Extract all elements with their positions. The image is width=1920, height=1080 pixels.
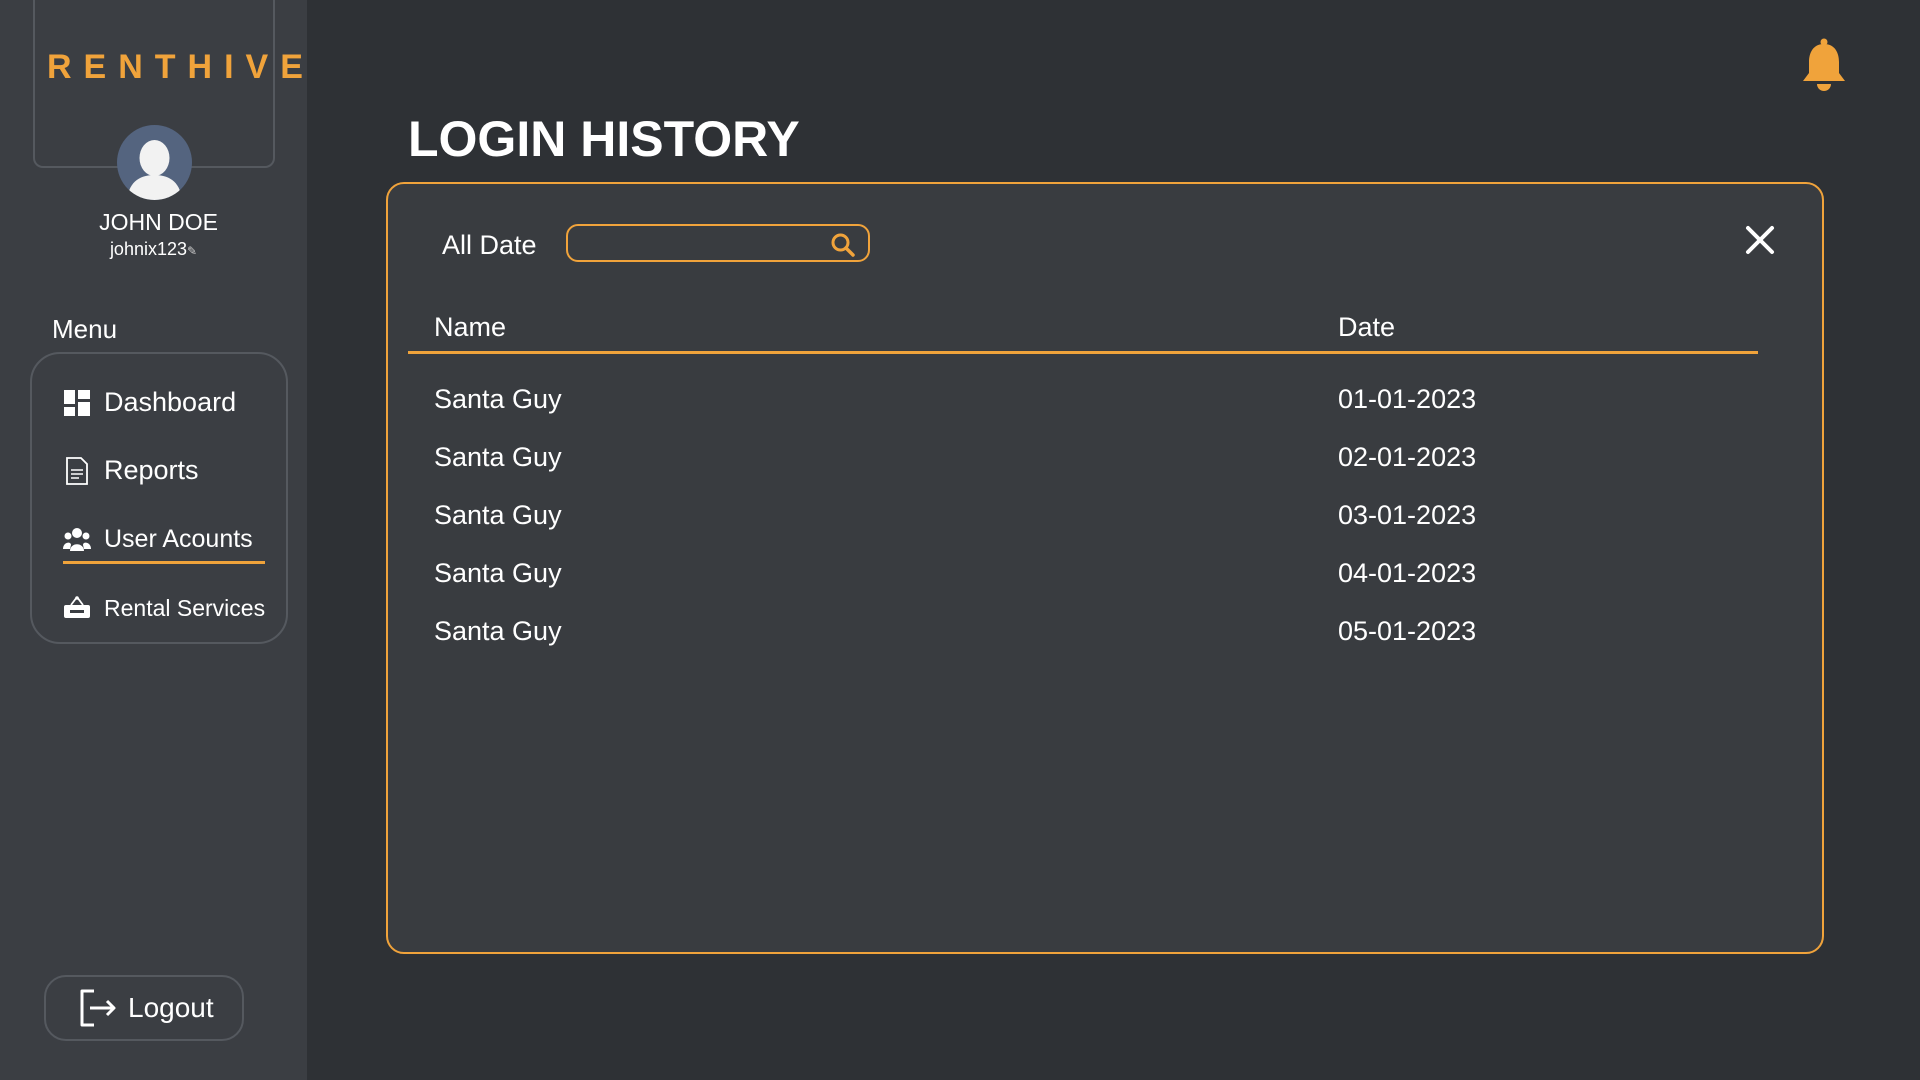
sidebar-item-label: Reports <box>104 455 199 485</box>
row-name: Santa Guy <box>434 500 562 530</box>
sidebar-menu: Dashboard Reports User Acounts Rental Se <box>30 352 288 644</box>
notification-bell-icon[interactable] <box>1800 38 1848 92</box>
active-item-underline <box>63 561 265 564</box>
sidebar: RENTHIVE JOHN DOE johnix123✎ Menu Dashbo… <box>0 0 307 1080</box>
sidebar-item-label: User Acounts <box>104 524 253 553</box>
table-header: Name Date <box>408 304 1758 354</box>
avatar[interactable] <box>117 125 192 200</box>
table-row[interactable]: Santa Guy 04-01-2023 <box>408 558 1758 616</box>
user-handle: johnix123 <box>109 239 187 259</box>
table-row[interactable]: Santa Guy 01-01-2023 <box>408 384 1758 442</box>
row-name: Santa Guy <box>434 616 562 646</box>
app-root: RENTHIVE JOHN DOE johnix123✎ Menu Dashbo… <box>0 0 1920 1080</box>
column-header-date[interactable]: Date <box>1338 312 1395 343</box>
search-icon[interactable] <box>830 232 856 258</box>
table-row[interactable]: Santa Guy 02-01-2023 <box>408 442 1758 500</box>
date-search-box[interactable] <box>566 224 870 262</box>
user-name: JOHN DOE <box>99 209 218 235</box>
sidebar-item-label: Dashboard <box>104 387 237 417</box>
page-title: LOGIN HISTORY <box>408 111 800 167</box>
row-date: 05-01-2023 <box>1338 616 1477 646</box>
row-name: Santa Guy <box>434 384 562 414</box>
column-header-name[interactable]: Name <box>434 312 506 343</box>
row-date: 04-01-2023 <box>1338 558 1477 588</box>
user-handle-row: johnix123✎ <box>0 239 307 260</box>
sidebar-item-dashboard[interactable]: Dashboard <box>62 387 236 418</box>
row-date: 02-01-2023 <box>1338 442 1477 472</box>
date-search-input[interactable] <box>578 230 818 256</box>
logout-button[interactable]: Logout <box>44 975 244 1041</box>
user-silhouette-icon <box>127 140 182 200</box>
login-history-panel: All Date Name Date Santa Guy 01-01-2023 … <box>386 182 1824 954</box>
row-name: Santa Guy <box>434 442 562 472</box>
dashboard-icon <box>62 388 92 418</box>
close-icon[interactable] <box>1744 224 1776 256</box>
table-row[interactable]: Santa Guy 05-01-2023 <box>408 616 1758 674</box>
logout-icon <box>76 987 118 1029</box>
sidebar-item-rental-services[interactable]: Rental Services <box>62 593 265 623</box>
edit-pencil-icon[interactable]: ✎ <box>187 244 197 258</box>
row-date: 03-01-2023 <box>1338 500 1477 530</box>
sidebar-item-label: Rental Services <box>104 594 266 621</box>
sidebar-item-user-accounts[interactable]: User Acounts <box>62 524 253 554</box>
table-row[interactable]: Santa Guy 03-01-2023 <box>408 500 1758 558</box>
row-date: 01-01-2023 <box>1338 384 1477 414</box>
menu-label: Menu <box>52 314 118 344</box>
logout-label: Logout <box>128 992 214 1023</box>
users-icon <box>62 524 92 554</box>
table-body: Santa Guy 01-01-2023 Santa Guy 02-01-202… <box>408 384 1758 674</box>
brand-logo[interactable]: RENTHIVE <box>35 48 303 87</box>
sidebar-item-reports[interactable]: Reports <box>62 455 199 486</box>
rent-sign-icon <box>62 593 92 623</box>
report-icon <box>62 456 92 486</box>
row-name: Santa Guy <box>434 558 562 588</box>
date-filter-label: All Date <box>442 230 537 260</box>
